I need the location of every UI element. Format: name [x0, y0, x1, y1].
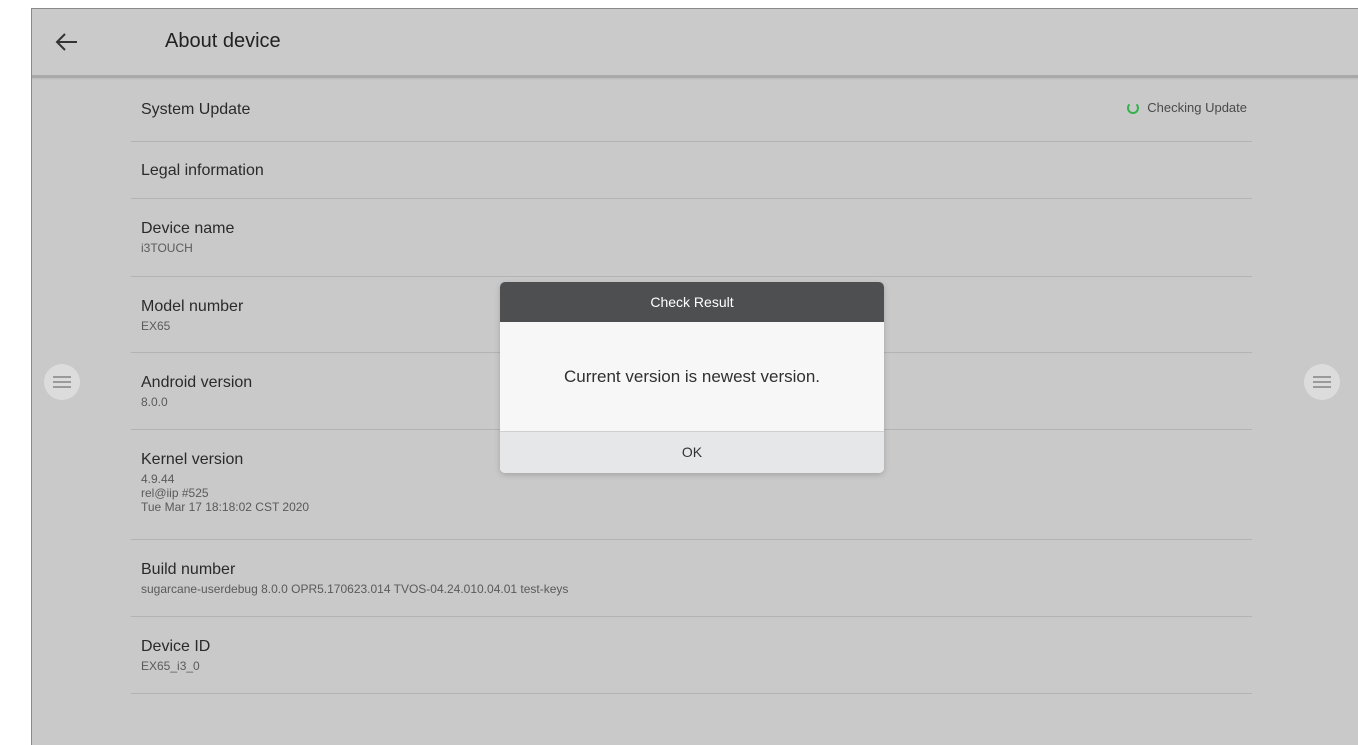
app-bar: About device — [32, 9, 1358, 78]
row-title: Legal information — [141, 162, 264, 179]
list-item-legal-information[interactable]: Legal information — [131, 142, 1252, 199]
list-item-device-id[interactable]: Device ID EX65_i3_0 — [131, 617, 1252, 694]
page-title: About device — [165, 30, 281, 52]
status-text: Checking Update — [1147, 100, 1247, 115]
row-value: EX65_i3_0 — [141, 659, 200, 673]
row-title: Kernel version — [141, 451, 244, 468]
back-button[interactable] — [52, 27, 82, 57]
row-value-line: 4.9.44 — [141, 472, 175, 486]
menu-lines-icon — [53, 373, 71, 391]
row-value: EX65 — [141, 319, 171, 333]
row-title: Build number — [141, 561, 236, 578]
dialog-title: Check Result — [500, 282, 884, 322]
row-value: 8.0.0 — [141, 395, 168, 409]
row-value: sugarcane-userdebug 8.0.0 OPR5.170623.01… — [141, 582, 569, 596]
row-title: Device name — [141, 220, 235, 237]
list-item-build-number[interactable]: Build number sugarcane-userdebug 8.0.0 O… — [131, 540, 1252, 617]
settings-screen: About device System Update Checking Upda… — [31, 8, 1358, 745]
dialog-message: Current version is newest version. — [500, 322, 884, 432]
check-result-dialog: Check Result Current version is newest v… — [500, 282, 884, 473]
row-title: Model number — [141, 298, 244, 315]
row-title: Device ID — [141, 638, 211, 655]
right-side-menu-button[interactable] — [1304, 364, 1340, 400]
row-title: System Update — [141, 101, 251, 118]
list-item-system-update[interactable]: System Update Checking Update — [131, 79, 1252, 142]
spinner-icon — [1127, 101, 1140, 114]
row-value: i3TOUCH — [141, 241, 193, 255]
row-value-line: Tue Mar 17 18:18:02 CST 2020 — [141, 500, 310, 514]
row-title: Android version — [141, 374, 253, 391]
update-status: Checking Update — [1127, 100, 1247, 115]
menu-lines-icon — [1313, 373, 1331, 391]
row-value-line: rel@iip #525 — [141, 486, 209, 500]
arrow-left-icon — [55, 33, 77, 51]
list-item-device-name[interactable]: Device name i3TOUCH — [131, 199, 1252, 277]
ok-button[interactable]: OK — [500, 432, 884, 473]
left-side-menu-button[interactable] — [44, 364, 80, 400]
